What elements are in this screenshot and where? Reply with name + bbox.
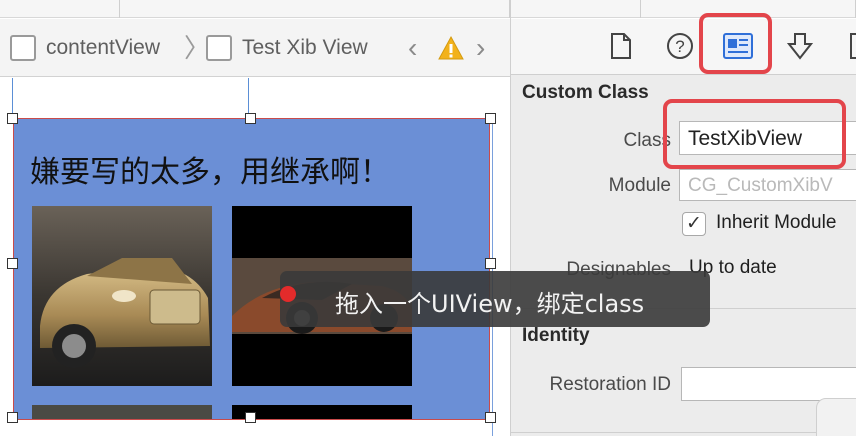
view-icon — [206, 35, 232, 61]
test-xib-view[interactable]: 嫌要写的太多，用继承啊！ — [13, 118, 490, 420]
identity-section-title: Identity — [522, 325, 590, 346]
size-icon[interactable] — [849, 32, 856, 60]
top-strip-segment — [120, 0, 510, 18]
inspector-corner-panel — [816, 398, 856, 436]
inherit-module-label: Inherit Module — [716, 212, 837, 233]
cursor-dot-icon — [280, 286, 296, 302]
breadcrumb-item-testxibview[interactable]: Test Xib View — [206, 31, 368, 65]
resize-handle[interactable] — [485, 113, 496, 124]
car-image-gold[interactable] — [32, 206, 212, 386]
module-field[interactable]: CG_CustomXibV — [679, 169, 856, 201]
help-icon[interactable]: ? — [666, 32, 694, 60]
resize-handle[interactable] — [485, 412, 496, 423]
view-title-label: 嫌要写的太多，用继承啊！ — [30, 155, 390, 190]
constraint-guide — [12, 78, 13, 118]
class-highlight-annotation — [663, 99, 846, 169]
identity-inspector: ? Custom Class Class TestXibView Module … — [511, 13, 856, 436]
breadcrumb-label: contentView — [46, 36, 161, 59]
inherit-module-checkbox[interactable]: ✓ — [682, 212, 706, 236]
resize-handle[interactable] — [7, 412, 18, 423]
car-image-partial[interactable] — [32, 405, 212, 419]
breadcrumb-item-contentview[interactable]: contentView — [10, 31, 160, 65]
car-photo-graphic — [32, 206, 212, 386]
car-image-partial[interactable] — [232, 405, 412, 419]
resize-handle[interactable] — [245, 113, 256, 124]
chevron-left-icon[interactable]: ‹ — [408, 33, 417, 63]
section-divider — [511, 432, 856, 433]
tab-highlight-annotation — [699, 13, 772, 74]
top-strip-segment — [0, 0, 120, 18]
instruction-tooltip: 拖入一个UIView，绑定class — [280, 271, 710, 327]
resize-handle[interactable] — [485, 258, 496, 269]
file-icon[interactable] — [609, 32, 633, 60]
resize-handle[interactable] — [7, 113, 18, 124]
resize-handle[interactable] — [245, 412, 256, 423]
custom-class-section-title: Custom Class — [522, 82, 649, 103]
resize-handle[interactable] — [7, 258, 18, 269]
svg-text:?: ? — [675, 37, 684, 56]
constraint-guide — [248, 78, 249, 118]
class-label: Class — [623, 130, 671, 151]
chevron-right-icon[interactable]: › — [476, 33, 485, 63]
breadcrumb-label: Test Xib View — [242, 36, 368, 59]
view-icon — [10, 35, 36, 61]
inspector-tab-bar: ? — [511, 13, 856, 75]
restoration-id-label: Restoration ID — [549, 374, 671, 395]
module-label: Module — [608, 175, 671, 196]
warning-icon[interactable] — [438, 35, 464, 61]
tooltip-text: 拖入一个UIView，绑定class — [335, 290, 645, 318]
interface-builder-canvas[interactable]: 嫌要写的太多，用继承啊！ — [0, 78, 510, 436]
attributes-icon[interactable] — [787, 32, 813, 62]
jump-bar: contentView 〉 Test Xib View ‹ › — [0, 19, 510, 77]
restoration-id-field[interactable] — [681, 367, 856, 401]
